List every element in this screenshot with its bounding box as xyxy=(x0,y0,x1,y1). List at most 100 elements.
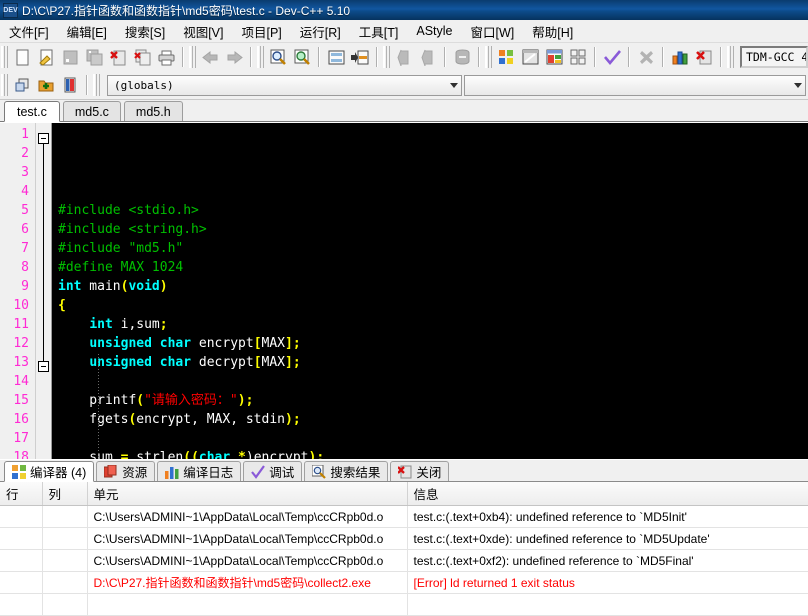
close-all-icon[interactable] xyxy=(130,46,154,69)
code-line: unsigned char encrypt[MAX]; xyxy=(58,334,808,353)
tab-compile-log[interactable]: 编译日志 xyxy=(157,461,242,481)
table-row[interactable]: D:\C\P27.指针函数和函数指针\md5密码\collect2.exe [Er… xyxy=(0,571,808,594)
compiler-select[interactable]: TDM-GCC 4.8.1 32- xyxy=(740,46,808,68)
new-file-icon[interactable] xyxy=(10,46,34,69)
column-header-message[interactable]: 信息 xyxy=(407,482,808,506)
redo-icon[interactable] xyxy=(222,46,246,69)
table-row[interactable]: C:\Users\ADMINI~1\AppData\Local\Temp\ccC… xyxy=(0,527,808,550)
project-options-icon[interactable] xyxy=(518,46,542,69)
menu-edit[interactable]: 编辑[E] xyxy=(58,20,116,43)
toolbar-grip[interactable] xyxy=(485,46,492,68)
toolbar-grip[interactable] xyxy=(189,46,196,68)
tab-close[interactable]: 关闭 xyxy=(390,461,450,481)
compiler-message-grid[interactable]: 行 列 单元 信息 C:\Users\ADMINI~1\AppData\Loca… xyxy=(0,482,808,616)
tab-md5-c[interactable]: md5.c xyxy=(62,101,121,121)
remove-from-project-icon[interactable] xyxy=(58,74,82,97)
toolbar-grip[interactable] xyxy=(1,46,8,68)
toolbar-grip[interactable] xyxy=(1,74,8,96)
debug-icon xyxy=(251,464,266,479)
toggle-breakpoint-icon[interactable] xyxy=(450,46,474,69)
line-number: 10 xyxy=(13,298,29,313)
goto-function-icon[interactable] xyxy=(348,46,372,69)
menu-astyle[interactable]: AStyle xyxy=(407,22,461,40)
tab-compiler[interactable]: 编译器 (4) xyxy=(4,461,95,482)
insert-icon[interactable] xyxy=(10,74,34,97)
column-header-row[interactable]: 行 xyxy=(0,482,43,506)
cell-message: test.c:(.text+0xf2): undefined reference… xyxy=(407,549,808,572)
code-line: #include <stdio.h> xyxy=(58,201,808,220)
toolbar-grip[interactable] xyxy=(727,46,734,68)
environment-options-icon[interactable] xyxy=(566,46,590,69)
delete-profile-icon[interactable] xyxy=(692,46,716,69)
save-icon[interactable] xyxy=(58,46,82,69)
class-select[interactable] xyxy=(464,74,806,96)
code-token: int xyxy=(89,317,113,332)
compile-icon[interactable] xyxy=(600,46,624,69)
back-icon[interactable] xyxy=(392,46,416,69)
column-header-unit[interactable]: 单元 xyxy=(87,482,408,506)
replace-icon[interactable] xyxy=(290,46,314,69)
profile-icon[interactable] xyxy=(668,46,692,69)
toolbar-grip[interactable] xyxy=(257,46,264,68)
new-project-icon[interactable] xyxy=(494,46,518,69)
compile-log-icon xyxy=(165,465,179,479)
forward-icon[interactable] xyxy=(416,46,440,69)
table-row[interactable]: C:\Users\ADMINI~1\AppData\Local\Temp\ccC… xyxy=(0,549,808,572)
code-editor[interactable]: 1 2 3 4 5 6 7 8 9 10 11 12 13 14 15 16 17 18 #include <st… xyxy=(0,122,808,459)
indent-guide xyxy=(98,354,99,459)
menu-search[interactable]: 搜索[S] xyxy=(116,20,174,43)
tab-resources-label: 资源 xyxy=(122,466,148,480)
menu-window[interactable]: 窗口[W] xyxy=(462,20,524,43)
find-icon[interactable] xyxy=(266,46,290,69)
toolbar-separator xyxy=(478,47,480,67)
tab-resources[interactable]: 资源 xyxy=(96,461,156,481)
print-icon[interactable] xyxy=(154,46,178,69)
toolbar-grip[interactable] xyxy=(383,46,390,68)
table-row[interactable] xyxy=(0,593,808,616)
code-fold-gutter[interactable] xyxy=(36,123,52,459)
goto-line-icon[interactable] xyxy=(324,46,348,69)
close-file-icon[interactable] xyxy=(106,46,130,69)
code-content[interactable]: #include <stdio.h> #include <string.h> #in… xyxy=(52,123,808,459)
code-token: i,sum xyxy=(112,317,160,332)
tab-test-c[interactable]: test.c xyxy=(4,101,60,122)
add-to-project-icon[interactable] xyxy=(34,74,58,97)
fold-marker-line-6[interactable] xyxy=(38,133,49,144)
fold-marker-line-18[interactable] xyxy=(38,361,49,372)
undo-icon[interactable] xyxy=(198,46,222,69)
save-all-icon[interactable] xyxy=(82,46,106,69)
line-number: 3 xyxy=(21,165,29,180)
column-header-col[interactable]: 列 xyxy=(42,482,88,506)
menu-tools[interactable]: 工具[T] xyxy=(350,20,408,43)
code-token: int xyxy=(58,279,82,294)
menu-project[interactable]: 项目[P] xyxy=(232,20,290,43)
scope-select[interactable]: (globals) xyxy=(107,74,462,96)
menu-view[interactable]: 视图[V] xyxy=(174,20,232,43)
tab-debug[interactable]: 调试 xyxy=(243,461,303,481)
tab-debug-label: 调试 xyxy=(269,466,295,480)
cell-message: test.c:(.text+0xb4): undefined reference… xyxy=(407,505,808,528)
open-file-icon[interactable] xyxy=(34,46,58,69)
code-token: [ xyxy=(253,355,262,370)
line-number: 16 xyxy=(13,412,29,427)
code-token: #include <string.h> xyxy=(58,222,207,237)
menu-file[interactable]: 文件[F] xyxy=(0,20,58,43)
compiler-options-icon[interactable] xyxy=(542,46,566,69)
code-line: unsigned char decrypt[MAX]; xyxy=(58,353,808,372)
line-number: 14 xyxy=(13,374,29,389)
cell-unit: C:\Users\ADMINI~1\AppData\Local\Temp\ccC… xyxy=(87,527,408,550)
toolbar-grip[interactable] xyxy=(93,74,100,96)
tab-md5-h[interactable]: md5.h xyxy=(123,101,183,121)
stop-icon[interactable] xyxy=(634,46,658,69)
code-token: ; xyxy=(159,317,168,332)
code-token: ); xyxy=(237,393,254,408)
menu-help[interactable]: 帮助[H] xyxy=(523,20,582,43)
tab-search-results[interactable]: 搜索结果 xyxy=(304,461,389,481)
cell-col xyxy=(42,505,88,528)
table-row[interactable]: C:\Users\ADMINI~1\AppData\Local\Temp\ccC… xyxy=(0,505,808,528)
search-results-icon xyxy=(312,464,327,479)
line-number: 4 xyxy=(21,184,29,199)
window-title: D:\C\P27.指针函数和函数指针\md5密码\test.c - Dev-C+… xyxy=(22,3,351,18)
menu-run[interactable]: 运行[R] xyxy=(291,20,350,43)
